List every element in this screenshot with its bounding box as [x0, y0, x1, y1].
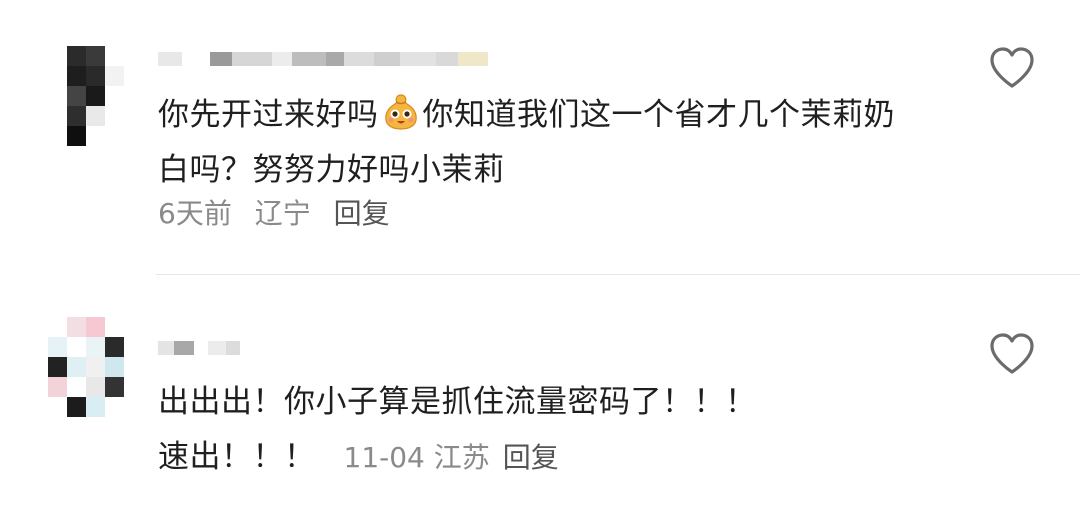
comment-time: 11-04 [343, 441, 425, 474]
comment-text-part: 你先开过来好吗 [158, 97, 379, 133]
comment-text: 你先开过来好吗 你知道我们这一个省才几个茉莉奶白吗？努努力好吗小茉莉 [158, 88, 918, 198]
avatar[interactable] [48, 317, 124, 417]
username-blurred[interactable] [158, 337, 240, 359]
comment-item: 出出出！你小子算是抓住流量密码了！！！ 速出！！！ 11-04 江苏 回复 [0, 275, 1080, 518]
comment-meta: 6天前 辽宁 回复 [158, 196, 404, 232]
comment-text-line-with-meta: 速出！！！ 11-04 江苏 回复 [158, 430, 1018, 485]
avatar[interactable] [48, 46, 124, 146]
comment-text: 出出出！你小子算是抓住流量密码了！！！ 速出！！！ 11-04 江苏 回复 [158, 375, 1018, 485]
heart-outline-icon[interactable] [988, 46, 1036, 90]
comment-location: 辽宁 [254, 197, 311, 230]
username-blurred[interactable] [158, 48, 488, 70]
smiling-bag-emoji-icon [384, 94, 417, 130]
comment-time: 6天前 [158, 197, 232, 230]
comment-text-line: 出出出！你小子算是抓住流量密码了！！！ [158, 384, 757, 420]
reply-button[interactable]: 回复 [503, 441, 559, 474]
comment-item: 你先开过来好吗 你知道我们这一个省才几个茉莉奶白吗？努努力好吗小茉莉 6天前 辽… [0, 0, 1080, 274]
comment-meta: 11-04 江苏 回复 [344, 441, 559, 474]
comment-location: 江苏 [433, 441, 490, 474]
comment-text-part: 速出！！！ [158, 439, 316, 475]
reply-button[interactable]: 回复 [334, 197, 390, 230]
heart-outline-icon[interactable] [988, 332, 1036, 376]
